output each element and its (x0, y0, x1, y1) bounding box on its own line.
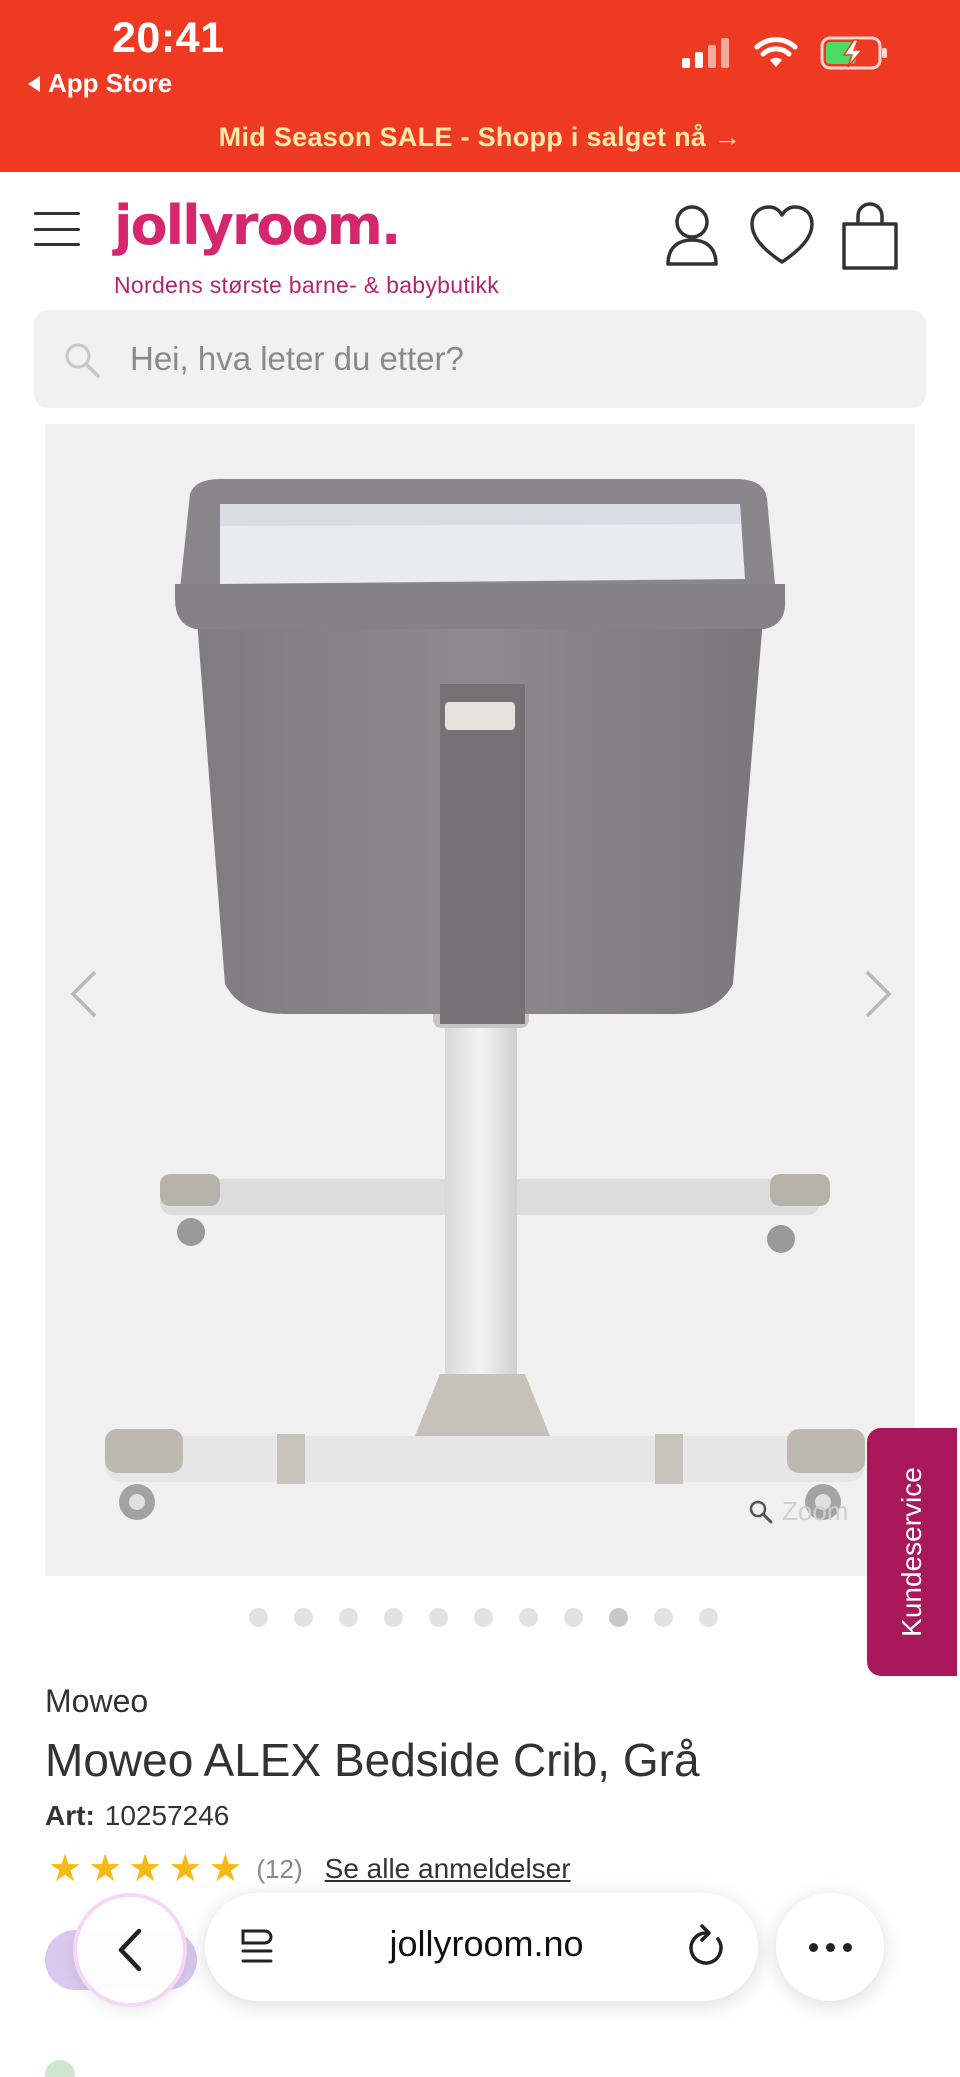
browser-back-button[interactable] (77, 1897, 183, 2003)
status-time: 20:41 (112, 14, 225, 62)
product-image-gallery[interactable] (45, 424, 915, 1576)
gallery-dot[interactable] (293, 1608, 313, 1627)
promo-banner-link[interactable]: Mid Season SALE - Shopp i salget nå → (0, 122, 960, 153)
search-bar[interactable] (34, 310, 926, 408)
gallery-dot[interactable] (653, 1608, 673, 1627)
see-all-reviews-link[interactable]: Se alle anmeldelser (325, 1853, 571, 1885)
gallery-dot[interactable] (518, 1608, 538, 1627)
customer-service-label: Kundeservice (896, 1467, 927, 1637)
review-count: (12) (256, 1853, 303, 1884)
reload-icon[interactable] (684, 1923, 728, 1971)
browser-more-button[interactable] (776, 1893, 884, 2001)
zoom-label: Zoom (782, 1496, 849, 1526)
gallery-dot[interactable] (383, 1608, 403, 1627)
star-icon: ★ (168, 1848, 203, 1890)
top-banner: 20:41 App Store Mid Season SALE - Shopp … (0, 0, 960, 172)
article-label: Art: (45, 1800, 95, 1831)
product-rating[interactable]: ★ ★ ★ ★ ★ (12) Se alle anmeldelser (48, 1850, 571, 1888)
product-brand[interactable]: Moweo (45, 1683, 148, 1720)
star-icon: ★ (88, 1848, 123, 1890)
chevron-left-icon (118, 1928, 142, 1972)
gallery-dot[interactable] (338, 1608, 358, 1627)
browser-address-bar[interactable]: jollyroom.no (205, 1893, 758, 2001)
gallery-dot[interactable] (428, 1608, 448, 1627)
zoom-button[interactable]: Zoom (748, 1496, 848, 1527)
tagline: Nordens største barne- & babybutikk (114, 272, 500, 298)
customer-service-tab[interactable]: Kundeservice (867, 1428, 957, 1676)
site-header: jollyroom. Nordens største barne- & baby… (0, 172, 960, 304)
product-image (105, 479, 865, 1520)
account-icon[interactable] (660, 202, 724, 272)
gallery-pagination (0, 1608, 960, 1627)
stock-status-dot (45, 2060, 75, 2077)
star-icon: ★ (48, 1848, 83, 1890)
more-dot-icon (825, 1942, 835, 1952)
more-dot-icon (808, 1942, 818, 1952)
article-value: 10257246 (104, 1800, 230, 1831)
zoom-icon (749, 1500, 773, 1523)
battery-charging-icon (820, 36, 887, 70)
product-title: Moweo ALEX Bedside Crib, Grå (45, 1734, 700, 1786)
menu-button[interactable] (34, 212, 80, 246)
search-input[interactable] (130, 310, 890, 408)
status-icons (682, 36, 890, 70)
previous-image-arrow[interactable] (65, 964, 105, 1024)
cart-icon[interactable] (838, 202, 902, 272)
back-to-app-button[interactable]: App Store (28, 68, 172, 99)
back-app-label: App Store (48, 68, 173, 98)
gallery-dot[interactable] (698, 1608, 718, 1627)
star-icon: ★ (128, 1848, 163, 1890)
search-icon (65, 343, 100, 378)
wishlist-icon[interactable] (748, 202, 816, 272)
gallery-dot[interactable] (473, 1608, 493, 1627)
wifi-icon (754, 37, 798, 67)
gallery-dot[interactable] (248, 1608, 268, 1627)
article-number: Art: 10257246 (45, 1800, 229, 1832)
back-triangle-icon (28, 75, 40, 92)
next-image-arrow[interactable] (857, 964, 897, 1024)
logo[interactable]: jollyroom. (114, 194, 401, 257)
signal-icon (682, 38, 729, 68)
star-icon: ★ (208, 1848, 243, 1890)
url-text: jollyroom.no (389, 1923, 584, 1964)
more-dot-icon (842, 1942, 852, 1952)
gallery-dot[interactable] (563, 1608, 583, 1627)
gallery-dot[interactable] (608, 1608, 628, 1627)
